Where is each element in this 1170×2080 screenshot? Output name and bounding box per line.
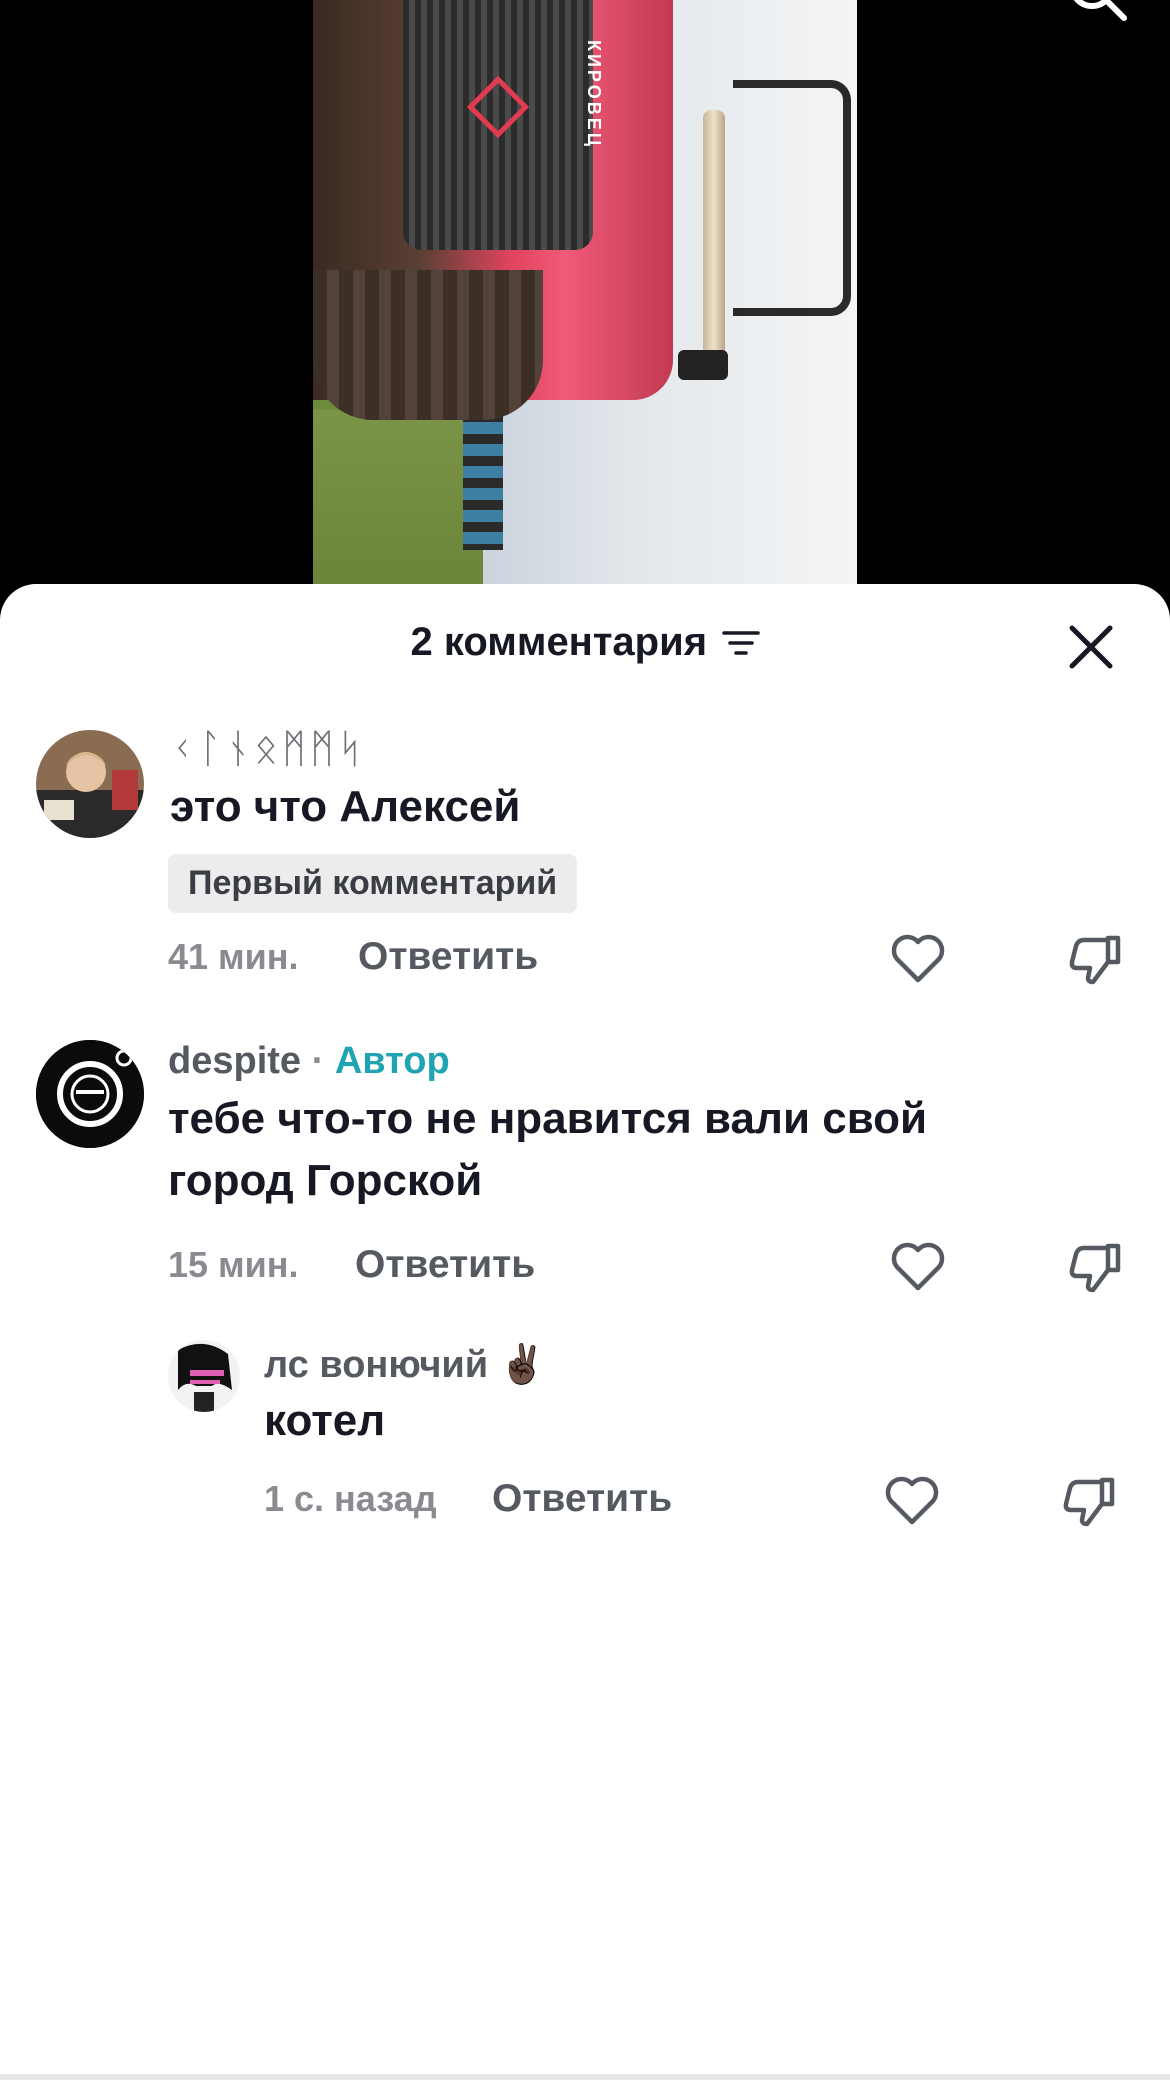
comment-username[interactable]: despite (168, 1040, 301, 1082)
video-exhaust (703, 110, 725, 370)
comments-header: 2 комментария (0, 584, 1170, 704)
comments-title-wrap: 2 комментария (0, 620, 1170, 665)
comments-count-title: 2 комментария (410, 620, 708, 664)
comment-username[interactable]: ᚲᛚᚾᛟᛗᛗᛋ (170, 726, 366, 772)
video-wheel (313, 270, 543, 420)
heart-icon[interactable] (883, 1474, 941, 1528)
dislike-icon[interactable] (1068, 932, 1126, 986)
comment-item: despite · Автор тебе что-то не нравится … (0, 1038, 1170, 1338)
victory-hand-emoji: ✌🏿 (498, 1342, 547, 1386)
reply-time: 1 с. назад (264, 1478, 437, 1519)
avatar[interactable] (168, 1340, 240, 1412)
reply-username[interactable]: лс вонючий (264, 1344, 488, 1386)
close-icon[interactable] (1064, 620, 1118, 674)
reply-item: лс вонючий ✌🏿 котел 1 с. назад Ответить (0, 1340, 1170, 1560)
comments-sheet: 2 комментария ᚲᛚᚾᛟᛗᛗᛋ это что Алексей Пе… (0, 584, 1170, 2080)
comment-time: 41 мин. (168, 936, 299, 977)
heart-icon[interactable] (889, 932, 947, 986)
comment-item: ᚲᛚᚾᛟᛗᛗᛋ это что Алексей Первый комментар… (0, 726, 1170, 996)
username-separator: · (311, 1040, 325, 1082)
reply-button[interactable]: Ответить (355, 1243, 535, 1287)
avatar-logo (36, 1040, 144, 1148)
reply-text: котел (264, 1396, 386, 1445)
author-badge: Автор (334, 1040, 450, 1082)
dislike-icon[interactable] (1068, 1240, 1126, 1294)
avatar-photo (168, 1340, 240, 1412)
video-cab (733, 80, 851, 316)
comment-time: 15 мин. (168, 1244, 299, 1285)
comment-text: тебе что-то не нравится вали свой город … (168, 1094, 928, 1205)
video-implement (463, 400, 503, 550)
avatar[interactable] (36, 730, 144, 838)
avatar-photo (36, 730, 144, 838)
bottom-edge (0, 2074, 1170, 2080)
dislike-icon[interactable] (1062, 1474, 1120, 1528)
reply-button[interactable]: Ответить (358, 935, 538, 979)
comment-username-row: despite · Автор (168, 1040, 450, 1083)
search-icon[interactable] (1066, 0, 1130, 24)
avatar[interactable] (36, 1040, 144, 1148)
reply-username-row: лс вонючий ✌🏿 (264, 1342, 546, 1387)
heart-icon[interactable] (889, 1240, 947, 1294)
reply-button[interactable]: Ответить (492, 1477, 672, 1521)
sort-icon[interactable] (721, 628, 760, 658)
first-comment-badge: Первый комментарий (168, 854, 578, 913)
video-brand-text: КИРОВЕЦ (584, 40, 604, 149)
video-grass (313, 410, 483, 600)
video-mirror (678, 350, 728, 380)
video-player[interactable]: КИРОВЕЦ (0, 0, 1170, 600)
video-frame[interactable]: КИРОВЕЦ (313, 0, 857, 600)
comment-text: это что Алексей (170, 782, 521, 831)
